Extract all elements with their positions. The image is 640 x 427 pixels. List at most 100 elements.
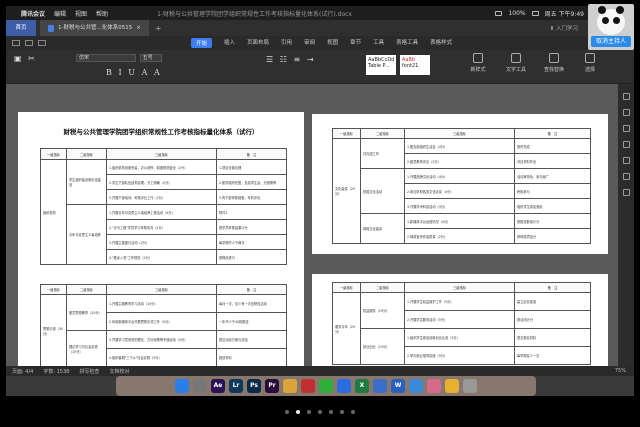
- style-font21[interactable]: AaBb font21: [400, 55, 430, 75]
- trash-app-icon[interactable]: [463, 379, 477, 393]
- word-count[interactable]: 字数: 1538: [43, 368, 69, 375]
- sidebar-share-icon[interactable]: [622, 173, 630, 180]
- table-cell: 获得奖项加分: [514, 228, 591, 244]
- sidebar-help-icon[interactable]: [622, 189, 630, 196]
- finder-app-icon[interactable]: [175, 379, 189, 393]
- sidebar-shape-icon[interactable]: [622, 125, 630, 132]
- cut-icon[interactable]: ✂: [28, 54, 35, 63]
- page-4[interactable]: 一级指标 二级指标 三级指标 备 注 服务青年（20分） 权益服务（10分） 1…: [312, 274, 608, 366]
- sidebar-backup-icon[interactable]: [622, 157, 630, 164]
- sidebar-limit-icon[interactable]: [622, 141, 630, 148]
- menu-view[interactable]: 视图: [75, 9, 87, 18]
- ribbon-tab-review[interactable]: 审阅: [304, 38, 315, 48]
- photoshop-app-icon[interactable]: Ps: [247, 379, 261, 393]
- table-row: 就业创业（10分） 1.组织学生参加创新创业比赛（5分） 提交报名材料: [333, 328, 591, 365]
- qqmusic-app-icon[interactable]: [445, 379, 459, 393]
- bullets-icon[interactable]: ☰: [266, 55, 273, 64]
- qq-app-icon[interactable]: [301, 379, 315, 393]
- premiere-app-icon[interactable]: Pr: [265, 379, 279, 393]
- ribbon-tab-tools[interactable]: 工具: [373, 38, 384, 48]
- wechat-app-icon[interactable]: [319, 379, 333, 393]
- ribbon-tab-table-style[interactable]: 表格样式: [430, 38, 452, 48]
- bold-icon[interactable]: B: [106, 68, 112, 77]
- ribbon-menu-items: 开始 插入 页面布局 引用 审阅 视图 章节 工具 表格工具 表格样式: [191, 38, 452, 48]
- close-tab-icon[interactable]: ×: [136, 20, 141, 36]
- document-canvas[interactable]: 财税与公共管理学院团学组织常规性工作考核指标量化体系（试行） 一级指标 二级指标…: [6, 84, 618, 366]
- page-dot[interactable]: [329, 410, 333, 414]
- mac-dock: Ae Lr Ps Pr X W: [116, 376, 536, 396]
- after-effects-app-icon[interactable]: Ae: [211, 379, 225, 393]
- indent-icon[interactable]: ⇥: [307, 55, 314, 64]
- print-icon[interactable]: [25, 40, 33, 46]
- ribbon-tab-section[interactable]: 章节: [350, 38, 361, 48]
- chrome-app-icon[interactable]: [283, 379, 297, 393]
- font-size-select[interactable]: 五号: [139, 54, 162, 62]
- page-dot-active[interactable]: [296, 410, 300, 414]
- thunder-app-icon[interactable]: [409, 379, 423, 393]
- menubar-app-name[interactable]: 腾讯会议: [21, 9, 45, 18]
- highlight-icon[interactable]: A: [154, 68, 160, 77]
- spell-check[interactable]: 拼写检查: [79, 368, 99, 375]
- table-cell: 1.开展青年马克思主义者培养工程活动（4分）: [106, 204, 217, 220]
- sidebar-style-icon[interactable]: [622, 93, 630, 100]
- ribbon-tab-layout[interactable]: 页面布局: [247, 38, 269, 48]
- page-dot[interactable]: [351, 410, 355, 414]
- new-tab-icon[interactable]: +: [155, 24, 162, 33]
- lightroom-app-icon[interactable]: Lr: [229, 379, 243, 393]
- page-3[interactable]: 一级指标 二级指标 三级指标 备 注 文化建设（20分） 共青团工作 1.团支部…: [312, 114, 608, 254]
- launchpad-app-icon[interactable]: [193, 379, 207, 393]
- screen-share-icon[interactable]: [495, 10, 503, 16]
- proofread[interactable]: 文档校对: [109, 368, 129, 375]
- ribbon-tab-reference[interactable]: 引用: [281, 38, 292, 48]
- battery-icon[interactable]: [531, 10, 539, 16]
- excel-app-icon[interactable]: X: [355, 379, 369, 393]
- font-color-icon[interactable]: A: [142, 68, 148, 77]
- document-icon: [48, 24, 54, 32]
- page-dot[interactable]: [307, 410, 311, 414]
- wps-app-icon[interactable]: W: [391, 379, 405, 393]
- page-2[interactable]: 一级指标 二级指标 三级指标 备 注 思想引领（30分） 团员思想教育（20分）…: [18, 276, 304, 366]
- find-replace-label: 查找替换: [543, 67, 564, 73]
- font-name-select[interactable]: 仿宋: [76, 54, 136, 62]
- menu-help[interactable]: 帮助: [96, 9, 108, 18]
- menu-edit[interactable]: 编辑: [54, 9, 66, 18]
- save-icon[interactable]: [12, 40, 20, 46]
- page-dot[interactable]: [285, 410, 289, 414]
- style-normal[interactable]: AaBbCcDd Table P...: [366, 55, 396, 75]
- ribbon-tab-table-tools[interactable]: 表格工具: [396, 38, 418, 48]
- ribbon-tab-view[interactable]: 视图: [327, 38, 338, 48]
- page-dot[interactable]: [340, 410, 344, 414]
- presenter-tile[interactable]: 取消主持人: [588, 4, 634, 50]
- numbering-icon[interactable]: ☷: [280, 55, 287, 64]
- search-icon: [549, 53, 559, 63]
- meeting-app-icon[interactable]: [337, 379, 351, 393]
- table-cell: 就业创业（10分）: [360, 328, 405, 365]
- sidebar-select-icon[interactable]: [622, 109, 630, 116]
- ribbon-tab-insert[interactable]: 插入: [224, 38, 235, 48]
- clock[interactable]: 周五 下午9:49: [545, 9, 584, 18]
- page-indicator[interactable]: 页面: 4/4: [12, 368, 33, 375]
- table-cell: 理论学习与社会实践（10分）: [66, 330, 107, 366]
- undo-icon[interactable]: [38, 40, 46, 46]
- zoom-level[interactable]: 75%: [615, 368, 634, 374]
- table-row: 文化建设（20分） 共青团工作 1.团支部组织生活会（4分） 按时完成: [332, 138, 591, 244]
- desktop: 腾讯会议 编辑 视图 帮助 1-财税与公共管理学院团学组织常规性工作考核指标量化…: [6, 6, 634, 396]
- text-tools-button[interactable]: 文字工具: [504, 53, 528, 73]
- align-icon[interactable]: ≡: [294, 55, 301, 64]
- page-1[interactable]: 财税与公共管理学院团学组织常规性工作考核指标量化体系（试行） 一级指标 二级指标…: [18, 112, 304, 280]
- paste-icon[interactable]: ▣: [14, 54, 22, 63]
- photos-app-icon[interactable]: [427, 379, 441, 393]
- table-row: 服务青年（20分） 权益服务（10分） 1.开展学生权益维护工作（5分） 建立反…: [332, 292, 591, 365]
- italic-icon[interactable]: I: [118, 68, 121, 77]
- word-app-icon[interactable]: [373, 379, 387, 393]
- find-replace-button[interactable]: 查找替换: [542, 53, 566, 73]
- document-tab[interactable]: 1-财税与公共管...化体系0515 ×: [40, 20, 149, 36]
- underline-icon[interactable]: U: [128, 68, 135, 77]
- new-style-button[interactable]: 新样式: [466, 53, 490, 73]
- page-dot[interactable]: [318, 410, 322, 414]
- font-group: 仿宋 五号: [76, 54, 162, 62]
- ribbon-tab-home[interactable]: 开始: [191, 38, 213, 48]
- select-button[interactable]: 选择: [578, 53, 602, 73]
- cancel-host-button[interactable]: 取消主持人: [591, 36, 631, 47]
- home-tab[interactable]: 首页: [6, 20, 36, 36]
